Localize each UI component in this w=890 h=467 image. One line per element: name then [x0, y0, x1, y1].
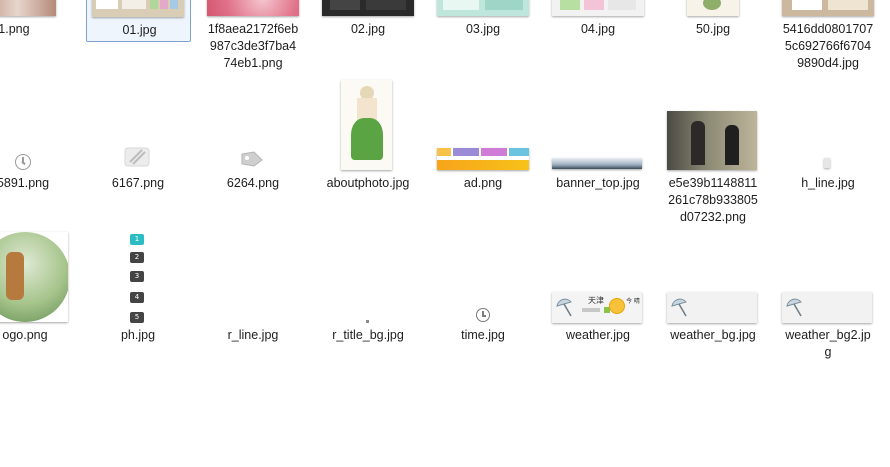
- file-5891-png[interactable]: 5891.png: [0, 78, 78, 198]
- file-label-line-1: weather_bg2.jp: [785, 328, 871, 342]
- file-01-jpg[interactable]: 01.jpg: [86, 0, 191, 42]
- pager-dot-1: 1: [130, 234, 144, 245]
- file-001-png[interactable]: 001.png: [0, 0, 62, 42]
- paperclip-icon: [123, 146, 151, 168]
- pager-dot-3: 3: [130, 271, 144, 282]
- file-label: aboutphoto.jpg: [326, 176, 410, 190]
- file-label: time.jpg: [461, 328, 505, 342]
- file-label-line-1: e5e39b1148811: [668, 176, 758, 190]
- file-label: 6264.png: [226, 176, 280, 190]
- pager-dot-5: 5: [130, 312, 144, 323]
- thumbnail-02-jpg: [322, 0, 414, 16]
- file-label: banner_top.jpg: [556, 176, 640, 190]
- file-label-line-3: 74eb1.png: [223, 56, 283, 70]
- file-weather-bg-jpg[interactable]: weather_bg.jpg: [658, 232, 768, 352]
- thumbnail-banner-top-jpg: [552, 158, 642, 169]
- thumbnail-01-jpg: [92, 0, 184, 17]
- file-ad-png[interactable]: ad.png: [428, 78, 538, 198]
- file-aboutphoto-jpg[interactable]: aboutphoto.jpg: [313, 78, 423, 198]
- file-banner-top-jpg[interactable]: banner_top.jpg: [543, 78, 653, 198]
- file-label: 5891.png: [0, 176, 50, 190]
- file-label: weather.jpg: [566, 328, 630, 342]
- file-6264-png[interactable]: 6264.png: [198, 78, 308, 198]
- file-h-line-jpg[interactable]: h_line.jpg: [773, 78, 883, 198]
- file-label: ad.png: [463, 176, 503, 190]
- file-time-jpg[interactable]: time.jpg: [428, 232, 538, 352]
- file-weather-jpg[interactable]: 天津 今 晴 weather.jpg: [543, 232, 653, 352]
- thumbnail-weather-jpg: 天津 今 晴: [552, 292, 642, 323]
- file-r-line-jpg[interactable]: r_line.jpg: [198, 232, 308, 352]
- file-03-jpg[interactable]: 03.jpg: [428, 0, 538, 42]
- file-ph-jpg[interactable]: 1 2 3 4 5 ph.jpg: [83, 232, 193, 352]
- pager-dot-4: 4: [130, 292, 144, 303]
- thumbnail-logo-png: [0, 232, 68, 322]
- sun-icon: [609, 298, 625, 314]
- file-label: 6167.png: [111, 176, 165, 190]
- file-label: 03.jpg: [465, 22, 501, 36]
- thumbnail-weather-bg2-jpg: [782, 292, 872, 323]
- clock-icon: [476, 308, 490, 322]
- weather-city: 天津: [588, 296, 604, 305]
- pager-dot-2: 2: [130, 252, 144, 263]
- thumbnail-weather-bg-jpg: [667, 292, 757, 323]
- thumbnail-h-line-jpg: [824, 158, 830, 168]
- file-04-jpg[interactable]: 04.jpg: [543, 0, 653, 42]
- file-label: ogo.png: [2, 328, 48, 342]
- file-e5e39b-png[interactable]: e5e39b1148811 261c78b933805 d07232.png: [658, 78, 768, 228]
- thumbnail-5416dd-jpg: [782, 0, 874, 16]
- file-5416dd-jpg[interactable]: 5416dd0801707 5c692766f6704 9890d4.jpg: [773, 0, 883, 72]
- file-50-jpg[interactable]: 50.jpg: [658, 0, 768, 42]
- file-weather-bg2-jpg[interactable]: weather_bg2.jp g: [773, 232, 883, 367]
- file-label: 001.png: [0, 22, 30, 36]
- file-label-line-2: g: [824, 345, 832, 359]
- file-label: weather_bg.jpg: [670, 328, 756, 342]
- file-label-line-3: d07232.png: [679, 210, 747, 224]
- file-label-line-2: 987c3de3f7ba4: [209, 39, 297, 53]
- file-label-line-2: 261c78b933805: [668, 193, 758, 207]
- file-r-title-bg-jpg[interactable]: r_title_bg.jpg: [313, 232, 423, 352]
- thumbnail-e5e39b-png: [667, 111, 757, 170]
- file-label: 04.jpg: [580, 22, 616, 36]
- file-label: h_line.jpg: [801, 176, 855, 190]
- file-label-line-1: 1f8aea2172f6eb: [207, 22, 299, 36]
- file-label: ph.jpg: [120, 328, 156, 342]
- weather-temp: 今 晴: [626, 298, 640, 305]
- file-6167-png[interactable]: 6167.png: [83, 78, 193, 198]
- thumbnail-1f8aea-png: [207, 0, 299, 16]
- file-label: 50.jpg: [695, 22, 731, 36]
- file-logo-png[interactable]: ogo.png: [0, 232, 80, 352]
- file-1f8aea-png[interactable]: 1f8aea2172f6eb 987c3de3f7ba4 74eb1.png: [198, 0, 308, 72]
- thumbnail-ph-jpg: 1 2 3 4 5: [130, 232, 144, 324]
- thumbnail-r-line-jpg: [246, 316, 258, 322]
- thumbnail-001-png: [0, 0, 56, 16]
- file-02-jpg[interactable]: 02.jpg: [313, 0, 423, 42]
- file-label: r_line.jpg: [227, 328, 279, 342]
- file-label-line-2: 5c692766f6704: [784, 39, 872, 53]
- file-label-line-3: 9890d4.jpg: [797, 56, 859, 70]
- clock-icon: [15, 154, 31, 170]
- file-label: 01.jpg: [122, 23, 157, 37]
- file-label-line-1: 5416dd0801707: [782, 22, 874, 36]
- file-label: 02.jpg: [350, 22, 386, 36]
- thumbnail-ad-png: [437, 148, 529, 170]
- tag-icon: [240, 150, 264, 168]
- thumbnail-04-jpg: [552, 0, 644, 16]
- thumbnail-r-title-bg-jpg: [366, 320, 369, 323]
- thumbnail-aboutphoto-jpg: [341, 80, 392, 170]
- file-label: r_title_bg.jpg: [332, 328, 404, 342]
- thumbnail-50-jpg: [687, 0, 739, 16]
- thumbnail-03-jpg: [437, 0, 529, 16]
